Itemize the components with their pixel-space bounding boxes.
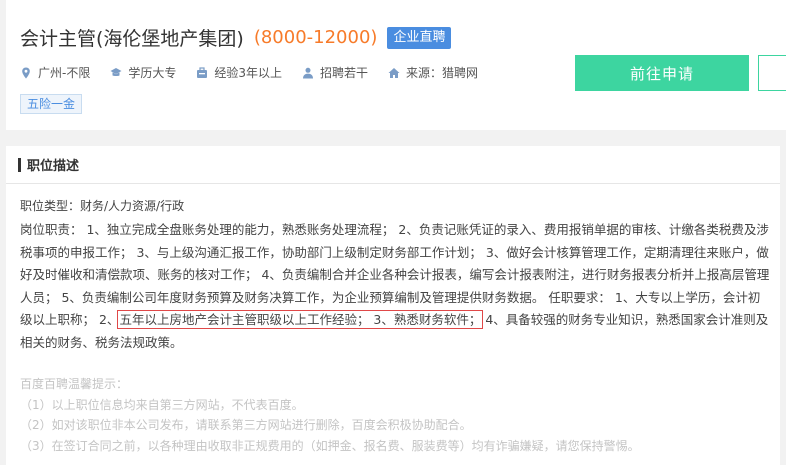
direct-hire-badge: 企业直聘	[387, 26, 452, 49]
section-header: 职位描述	[6, 146, 780, 184]
job-type: 职位类型：财务/人力资源/行政	[20, 199, 185, 213]
meta-source: 来源：猎聘网	[388, 64, 478, 81]
meta-location: 广州-不限	[20, 64, 90, 81]
education-text: 学历大专	[128, 66, 177, 80]
graduation-cap-icon	[110, 67, 122, 76]
meta-headcount: 招聘若干	[302, 64, 368, 81]
tips-title: 百度百聘温馨提示：	[20, 377, 129, 391]
meta-education: 学历大专	[110, 64, 176, 81]
job-meta-row: 广州-不限 学历大专 经验3年以上 招聘若干 来源：猎聘网	[20, 64, 498, 81]
tip-item: （3）在签订合同之前，以各种理由收取非正规费用的（如押金、报名费、服装费等）均有…	[20, 438, 640, 453]
tips-panel: 百度百聘温馨提示： （1）以上职位信息均来自第三方网站，不代表百度。 （2）如对…	[20, 374, 772, 456]
job-description-text: 岗位职责： 1、独立完成全盘账务处理的能力，熟悉账务处理流程； 2、负责记账凭证…	[20, 219, 772, 354]
briefcase-icon	[197, 66, 208, 78]
tip-item: （2）如对该职位非本公司发布，请联系第三方网站进行删除，百度会积极协助配合。	[20, 418, 472, 432]
location-pin-icon	[22, 67, 30, 78]
experience-text: 经验3年以上	[214, 66, 282, 80]
salary: (8000-12000)	[253, 27, 378, 48]
apply-button[interactable]: 前往申请	[575, 55, 749, 91]
secondary-button[interactable]	[758, 55, 786, 91]
section-marker	[18, 157, 21, 172]
meta-experience: 经验3年以上	[196, 64, 282, 81]
benefit-tag: 五险一金	[20, 94, 83, 114]
headcount-text: 招聘若干	[320, 66, 369, 80]
source-text: 来源：猎聘网	[406, 66, 479, 80]
person-icon	[303, 67, 313, 78]
job-header-card: 会计主管(海伦堡地产集团) (8000-12000) 企业直聘 广州-不限 学历…	[6, 0, 786, 130]
job-description-card: 职位描述 职位类型：财务/人力资源/行政 岗位职责： 1、独立完成全盘账务处理的…	[6, 146, 780, 465]
title-row: 会计主管(海伦堡地产集团) (8000-12000) 企业直聘	[20, 24, 452, 51]
tip-item: （1）以上职位信息均来自第三方网站，不代表百度。	[20, 397, 304, 412]
job-title: 会计主管(海伦堡地产集团)	[20, 28, 244, 50]
section-title: 职位描述	[27, 159, 80, 174]
highlighted-requirement: 五年以上房地产会计主管职级以上工作经验； 3、熟悉财务软件；	[117, 310, 484, 329]
location-text: 广州-不限	[38, 66, 91, 80]
home-icon	[388, 67, 400, 78]
